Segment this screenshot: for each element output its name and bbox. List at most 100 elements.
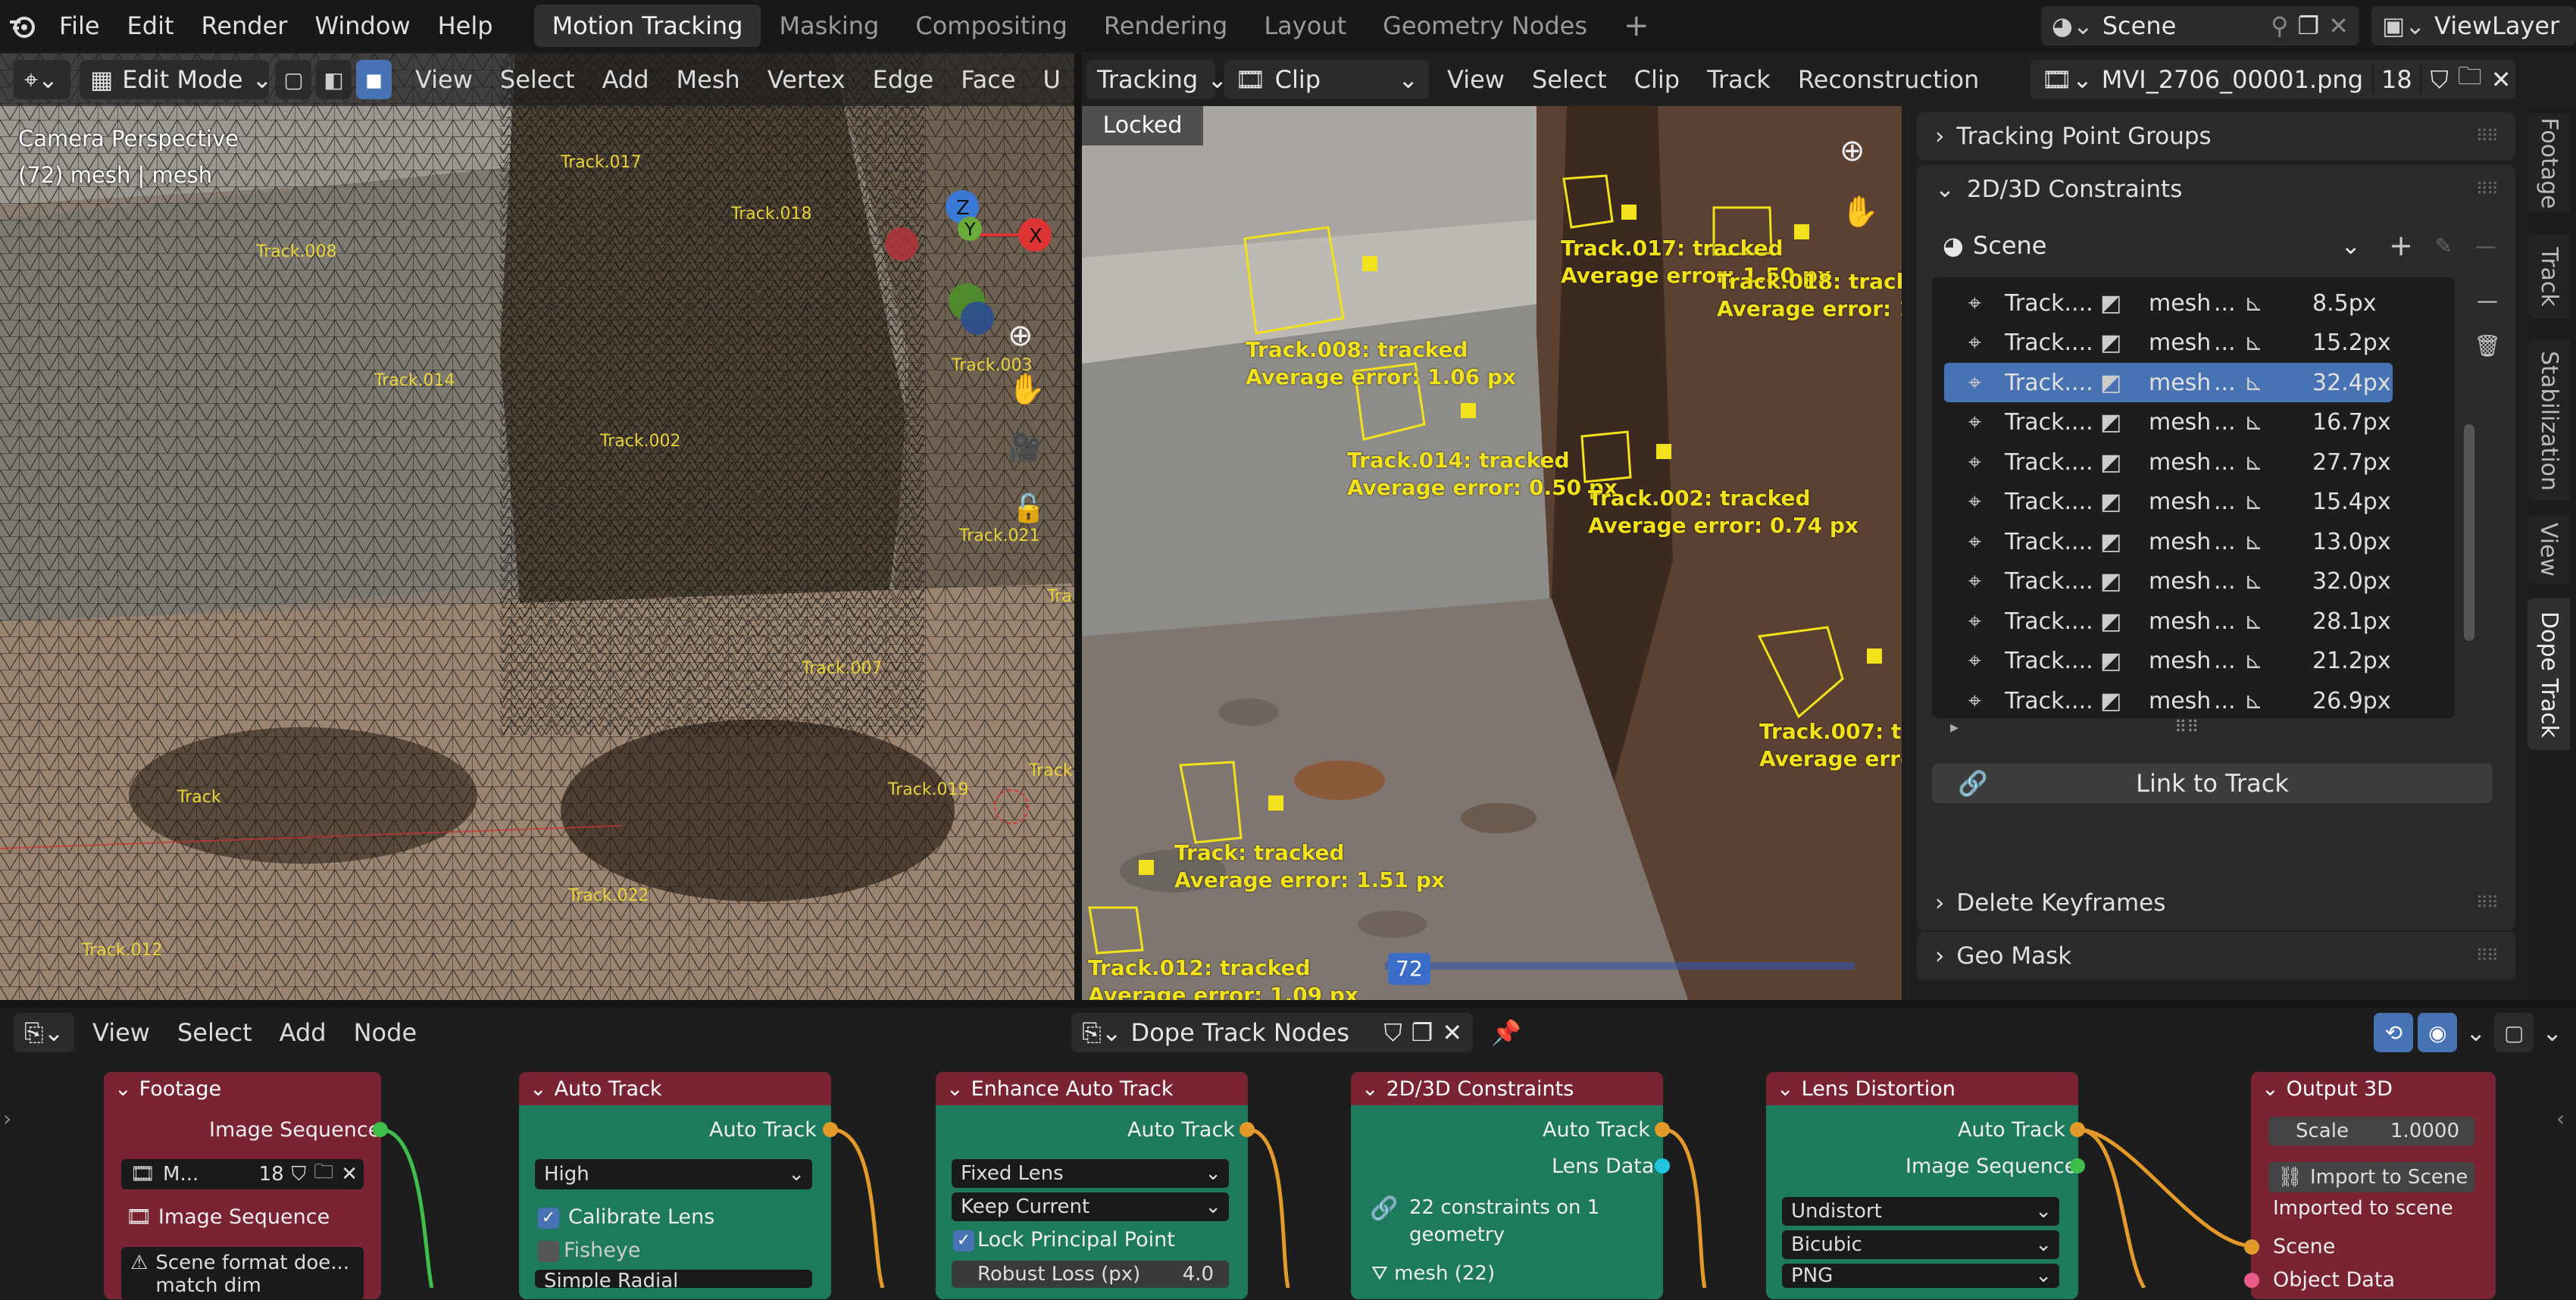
tab-dope-track[interactable]: Dope Track: [2528, 598, 2570, 750]
clip-file-selector[interactable]: 🎞⌄ MVI_2706_00001.png 18 ⛉ 🗀 ✕: [2030, 60, 2516, 99]
list-remove-icon[interactable]: —: [2465, 280, 2510, 320]
clip-view-selector[interactable]: 🎞 Clip ⌄: [1224, 60, 1429, 99]
tab-geometry-nodes[interactable]: Geometry Nodes: [1365, 5, 1605, 47]
output-socket[interactable]: [1655, 1158, 1670, 1173]
menu-node[interactable]: Node: [340, 1008, 431, 1058]
menu-view[interactable]: View: [402, 53, 486, 106]
output-socket[interactable]: [1240, 1122, 1255, 1137]
list-expand-icon[interactable]: ▸: [1950, 718, 1959, 737]
node-tree-selector[interactable]: ⎘⌄ Dope Track Nodes ⛉ ❐ ✕: [1071, 1013, 1474, 1052]
menu-select[interactable]: Select: [1518, 53, 1621, 106]
navigation-gizmo[interactable]: Z Y X: [871, 129, 1068, 356]
tab-stabilization[interactable]: Stabilization: [2528, 341, 2570, 500]
menu-help[interactable]: Help: [424, 0, 507, 52]
menu-edit[interactable]: Edit: [114, 0, 188, 52]
edge-select-icon[interactable]: ◧: [315, 60, 352, 99]
viewport-3d[interactable]: Track.017 Track.018 Track.008 Track.014 …: [0, 53, 1074, 1000]
fake-user-shield-icon[interactable]: ⛉: [1384, 1018, 1402, 1048]
robust-loss-field[interactable]: Robust Loss (px) 4.0: [952, 1261, 1229, 1288]
menu-clip[interactable]: Clip: [1621, 53, 1693, 106]
constraint-row[interactable]: ⌖ Track.... ◩ mesh... ⊾ 13.0px: [1944, 522, 2393, 561]
zoom-icon[interactable]: ⊕: [1008, 318, 1033, 353]
menu-face[interactable]: Face: [947, 53, 1029, 106]
calibrate-lens-checkbox[interactable]: ✓: [538, 1208, 559, 1229]
duplicate-icon[interactable]: ❐: [1411, 1018, 1433, 1047]
remove-icon[interactable]: —: [2466, 226, 2506, 265]
output-socket[interactable]: [1655, 1122, 1670, 1137]
menu-select[interactable]: Select: [486, 53, 589, 106]
mode-selector[interactable]: ▦ Edit Mode ⌄: [79, 60, 272, 99]
trash-icon[interactable]: 🗑: [2465, 326, 2510, 365]
menu-view[interactable]: View: [1433, 53, 1518, 106]
tab-compositing[interactable]: Compositing: [897, 5, 1086, 47]
input-socket[interactable]: [2244, 1239, 2259, 1255]
scale-field[interactable]: Scale 1.0000: [2268, 1117, 2474, 1145]
link-to-track-button[interactable]: 🔗 Link to Track: [1932, 764, 2493, 803]
panel-tracking-point-groups[interactable]: › Tracking Point Groups ⠿⠿: [1917, 112, 2515, 161]
output-socket[interactable]: [373, 1122, 388, 1137]
keep-select[interactable]: Keep Current ⌄: [952, 1192, 1229, 1221]
constraint-row[interactable]: ⌖ Track.... ◩ mesh... ⊾ 27.7px: [1944, 442, 2393, 482]
constraint-scene-selector[interactable]: ◕ Scene ⌄: [1932, 226, 2371, 265]
current-frame-indicator[interactable]: 72: [1388, 953, 1430, 985]
constraint-row[interactable]: ⌖ Track.... ◩ mesh... ⊾ 26.9px: [1944, 681, 2393, 720]
vertex-select-icon[interactable]: ▢: [275, 60, 311, 99]
tab-motion-tracking[interactable]: Motion Tracking: [533, 5, 761, 47]
constraint-row[interactable]: ⌖ Track.... ◩ mesh... ⊾ 32.4px: [1944, 363, 2393, 402]
editor-type-button[interactable]: ⌖⌄: [14, 60, 70, 99]
blender-logo-icon[interactable]: [0, 11, 45, 40]
model-select[interactable]: Simple Radial: [535, 1270, 812, 1288]
menu-view[interactable]: View: [79, 1008, 164, 1058]
constraint-row[interactable]: ⌖ Track.... ◩ mesh... ⊾ 32.0px: [1944, 562, 2393, 602]
fake-user-shield-icon[interactable]: ⛉: [2431, 65, 2449, 95]
menu-vertex[interactable]: Vertex: [754, 53, 859, 106]
fake-user-shield-icon[interactable]: ⛉: [292, 1163, 307, 1186]
tab-view[interactable]: View: [2528, 515, 2570, 583]
open-folder-icon[interactable]: 🗀: [314, 1158, 333, 1191]
clip-editor-viewport[interactable]: Track.017: tracked Average error: 1.50 px…: [1082, 106, 1902, 1000]
format-select[interactable]: PNG ⌄: [1782, 1264, 2059, 1288]
pan-hand-icon[interactable]: ✋: [1841, 194, 1879, 230]
output-socket[interactable]: [2070, 1122, 2085, 1137]
menu-add[interactable]: Add: [266, 1008, 340, 1058]
menu-reconstruction[interactable]: Reconstruction: [1784, 53, 1993, 106]
close-icon[interactable]: ✕: [1442, 1018, 1462, 1047]
view-toggle-icon[interactable]: ▢: [2494, 1013, 2534, 1052]
zoom-icon[interactable]: ⊕: [1840, 133, 1865, 168]
remove-scene-icon[interactable]: ✕: [2328, 11, 2349, 40]
new-scene-icon[interactable]: ❐: [2298, 11, 2320, 40]
menu-render[interactable]: Render: [188, 0, 302, 52]
constraint-row[interactable]: ⌖ Track.... ◩ mesh... ⊾ 21.2px: [1944, 642, 2393, 681]
constraint-row[interactable]: ⌖ Track.... ◩ mesh... ⊾ 15.4px: [1944, 483, 2393, 522]
menu-uv[interactable]: U: [1030, 53, 1074, 106]
menu-file[interactable]: File: [45, 0, 114, 52]
constraint-row[interactable]: ⌖ Track.... ◩ mesh... ⊾ 16.7px: [1944, 403, 2393, 442]
editor-type-button[interactable]: ⎘⌄: [14, 1013, 74, 1052]
list-resize-grip-icon[interactable]: ⠿⠿: [2174, 718, 2199, 737]
lens-mode-select[interactable]: Fixed Lens ⌄: [952, 1159, 1229, 1188]
chevron-down-icon[interactable]: ⌄: [2459, 1008, 2492, 1058]
constraint-row[interactable]: ⌖ Track.... ◩ mesh... ⊾ 28.1px: [1944, 602, 2393, 641]
menu-select[interactable]: Select: [164, 1008, 266, 1058]
panel-geo-mask[interactable]: › Geo Mask ⠿⠿: [1917, 932, 2515, 980]
fisheye-checkbox[interactable]: [538, 1241, 559, 1262]
pan-hand-icon[interactable]: ✋: [1008, 371, 1046, 407]
interpolation-select[interactable]: Bicubic ⌄: [1782, 1230, 2059, 1259]
tab-rendering[interactable]: Rendering: [1086, 5, 1246, 47]
add-icon[interactable]: +: [2381, 226, 2421, 265]
add-workspace-icon[interactable]: +: [1605, 5, 1668, 47]
edit-pencil-icon[interactable]: ✎: [2424, 226, 2463, 265]
list-scrollbar[interactable]: [2464, 424, 2474, 641]
constraint-row[interactable]: ⌖ Track.... ◩ mesh... ⊾ 15.2px: [1944, 323, 2393, 363]
face-select-icon[interactable]: ◼: [355, 60, 392, 99]
distortion-mode-select[interactable]: Undistort ⌄: [1782, 1197, 2059, 1226]
menu-track[interactable]: Track: [1693, 53, 1784, 106]
menu-add[interactable]: Add: [589, 53, 663, 106]
viewlayer-selector[interactable]: ▣⌄ ViewLayer: [2371, 6, 2576, 45]
chevron-down-icon[interactable]: ⌄: [2536, 1008, 2576, 1058]
panel-constraints-header[interactable]: ⌄ 2D/3D Constraints ⠿⠿: [1917, 165, 2515, 214]
menu-edge[interactable]: Edge: [859, 53, 948, 106]
import-to-scene-button[interactable]: ⛓ Import to Scene: [2268, 1162, 2474, 1192]
unlink-close-icon[interactable]: ✕: [2491, 65, 2512, 94]
tab-layout[interactable]: Layout: [1246, 5, 1365, 47]
